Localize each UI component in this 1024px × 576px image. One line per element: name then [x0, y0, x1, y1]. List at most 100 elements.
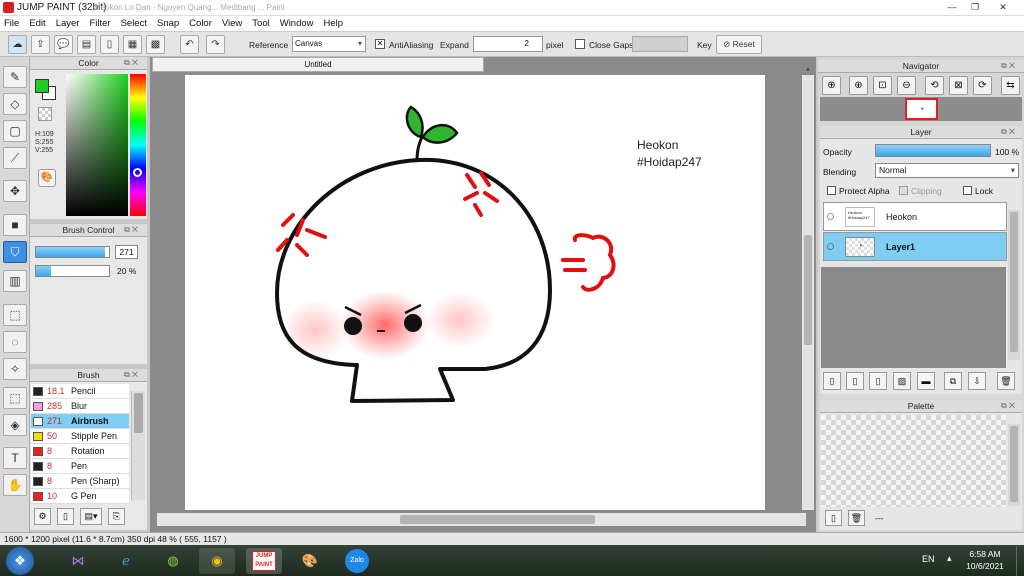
paint-palette-icon[interactable]: 🎨	[292, 548, 328, 574]
blending-select[interactable]: Normal ▾	[875, 163, 1019, 178]
layer-row[interactable]: Heokon #Hoidap247 Heokon	[823, 202, 1007, 231]
close-gaps-slider[interactable]	[632, 36, 688, 52]
panel-float-icon[interactable]: ⧉ ✕	[124, 370, 138, 380]
layer-visibility-icon[interactable]	[827, 243, 834, 250]
brush-size-slider[interactable]	[35, 246, 110, 258]
hue-slider-handle[interactable]	[133, 168, 142, 177]
visual-studio-icon[interactable]: ⋈	[60, 548, 96, 574]
merge-layer-icon[interactable]: ⇩	[968, 372, 986, 390]
brush-list-item[interactable]: 8Rotation Symm	[31, 444, 129, 471]
brush-size-input[interactable]: 271	[115, 245, 138, 259]
panel-float-icon[interactable]: ⧉ ✕	[124, 58, 138, 68]
layer-row-selected[interactable]: ◔ Layer1	[823, 232, 1007, 261]
layer-list-scrollbar[interactable]	[1008, 210, 1020, 360]
brush-list-item[interactable]: 285 Blur	[31, 399, 129, 414]
close-button[interactable]: ✕	[993, 1, 1013, 14]
vertical-scroll-thumb[interactable]	[804, 235, 812, 345]
menu-window[interactable]: Window	[275, 16, 319, 32]
restore-button[interactable]: ❐	[965, 1, 985, 14]
comment-icon[interactable]: 💬	[54, 35, 73, 54]
clock[interactable]: 6:58 AM 10/6/2021	[960, 548, 1010, 572]
menu-snap[interactable]: Snap	[152, 16, 184, 32]
protect-alpha-checkbox[interactable]	[827, 186, 836, 195]
rotate-right-icon[interactable]: ⟳	[973, 76, 992, 95]
zoom-in-icon[interactable]: ⊕	[822, 76, 841, 95]
menu-color[interactable]: Color	[184, 16, 217, 32]
palette-add-icon[interactable]: ▯	[825, 510, 842, 526]
canvas-vertical-scrollbar[interactable]	[802, 75, 814, 510]
jump-paint-taskbar-button[interactable]: JUMP PAINT	[246, 548, 282, 574]
brush-new-icon[interactable]: ▯	[57, 508, 74, 525]
new-layer-8bit-icon[interactable]: ▯	[846, 372, 864, 390]
reset-view-icon[interactable]: ⊠	[949, 76, 968, 95]
brush-list-item[interactable]: 10 G Pen	[31, 489, 129, 504]
hue-slider[interactable]	[130, 74, 146, 216]
palette-scrollbar[interactable]	[1008, 424, 1020, 506]
reference-select[interactable]: Canvas ▾	[292, 36, 366, 52]
brush-opacity-slider[interactable]	[35, 265, 110, 277]
panel-float-icon[interactable]: ⧉ ✕	[1001, 401, 1015, 411]
rotate-left-icon[interactable]: ⟲	[925, 76, 944, 95]
horizontal-scroll-thumb[interactable]	[400, 515, 595, 524]
navigator-thumbnail[interactable]: ◔	[905, 98, 938, 120]
panel-float-icon[interactable]: ⧉ ✕	[124, 225, 138, 235]
menu-select[interactable]: Select	[116, 16, 152, 32]
lasso-tool-icon[interactable]: ◌	[3, 331, 27, 353]
duplicate-layer-icon[interactable]: ⧉	[944, 372, 962, 390]
brush-list-item[interactable]: 8 Pen	[31, 459, 129, 474]
move-tool-icon[interactable]: ✥	[3, 180, 27, 202]
flip-icon[interactable]: ⇆	[1001, 76, 1020, 95]
hand-tool-icon[interactable]: ✋	[3, 474, 27, 496]
layer-list-scroll-thumb[interactable]	[1010, 212, 1018, 352]
panel-float-icon[interactable]: ⧉ ✕	[1001, 127, 1015, 137]
palette-picker-icon[interactable]: 🎨	[38, 169, 56, 187]
palette-scroll-thumb[interactable]	[1010, 426, 1018, 502]
text-tool-icon[interactable]: T	[3, 447, 27, 469]
brush-list-item[interactable]: 18.1 Pencil	[31, 384, 129, 399]
select-eraser-tool-icon[interactable]: ◈	[3, 414, 27, 436]
bucket-tool-icon[interactable]: ⛉	[3, 241, 27, 263]
panel-float-icon[interactable]: ⧉ ✕	[1001, 61, 1015, 71]
canvas-horizontal-scrollbar[interactable]	[157, 513, 806, 526]
delete-layer-icon[interactable]: 🗑	[997, 372, 1015, 390]
menu-file[interactable]: File	[0, 16, 24, 32]
zoom-out-icon[interactable]: ⊖	[897, 76, 916, 95]
magic-wand-tool-icon[interactable]: ✧	[3, 358, 27, 380]
palette-swatch-area[interactable]	[821, 415, 1006, 507]
brush-export-icon[interactable]: ⎘	[108, 508, 125, 525]
brush-list-item[interactable]: 271 Airbrush	[31, 414, 129, 429]
brush-menu-icon[interactable]: ▤▾	[80, 508, 102, 525]
eraser-tool-icon[interactable]: ◇	[3, 93, 27, 115]
halftone-layer-icon[interactable]: ▨	[893, 372, 911, 390]
menu-help[interactable]: Help	[319, 16, 349, 32]
chrome-icon[interactable]: ◉	[199, 548, 235, 574]
canvas-paper[interactable]: Heokon #Hoidap247	[185, 75, 765, 510]
internet-explorer-icon[interactable]: ℯ	[108, 548, 144, 574]
document-tab[interactable]: Untitled	[152, 57, 484, 72]
layers-icon[interactable]: ▩	[146, 35, 165, 54]
gradient-tool-icon[interactable]: ▥	[3, 270, 27, 292]
brush-list-scrollbar[interactable]	[131, 391, 145, 500]
select-pen-tool-icon[interactable]: ⬚	[3, 387, 27, 409]
fit-screen-icon[interactable]: ⊡	[873, 76, 892, 95]
menu-view[interactable]: View	[217, 16, 247, 32]
start-button-icon[interactable]: ❖	[6, 547, 34, 575]
fill-rect-tool-icon[interactable]: ■	[3, 214, 27, 236]
clipping-checkbox[interactable]	[899, 186, 908, 195]
expand-input[interactable]: 2	[473, 36, 543, 52]
foreground-color-swatch[interactable]	[35, 79, 49, 93]
show-hidden-icons-icon[interactable]: ▴	[947, 553, 952, 564]
cloud-icon[interactable]: ☁	[8, 35, 27, 54]
message-icon[interactable]: ▤	[77, 35, 96, 54]
zalo-taskbar-button[interactable]: Zalo	[340, 548, 376, 574]
transparent-swatch[interactable]	[38, 107, 52, 121]
menu-layer[interactable]: Layer	[51, 16, 85, 32]
layer-opacity-slider[interactable]	[875, 144, 991, 157]
saturation-value-square[interactable]	[66, 74, 128, 216]
close-gaps-checkbox[interactable]	[575, 39, 585, 49]
grid-icon[interactable]: ▦	[123, 35, 142, 54]
new-layer-icon[interactable]: ▯	[823, 372, 841, 390]
new-layer-1bit-icon[interactable]: ▯	[869, 372, 887, 390]
brush-list-scroll-thumb[interactable]	[134, 393, 143, 433]
language-indicator[interactable]: EN	[922, 554, 935, 564]
